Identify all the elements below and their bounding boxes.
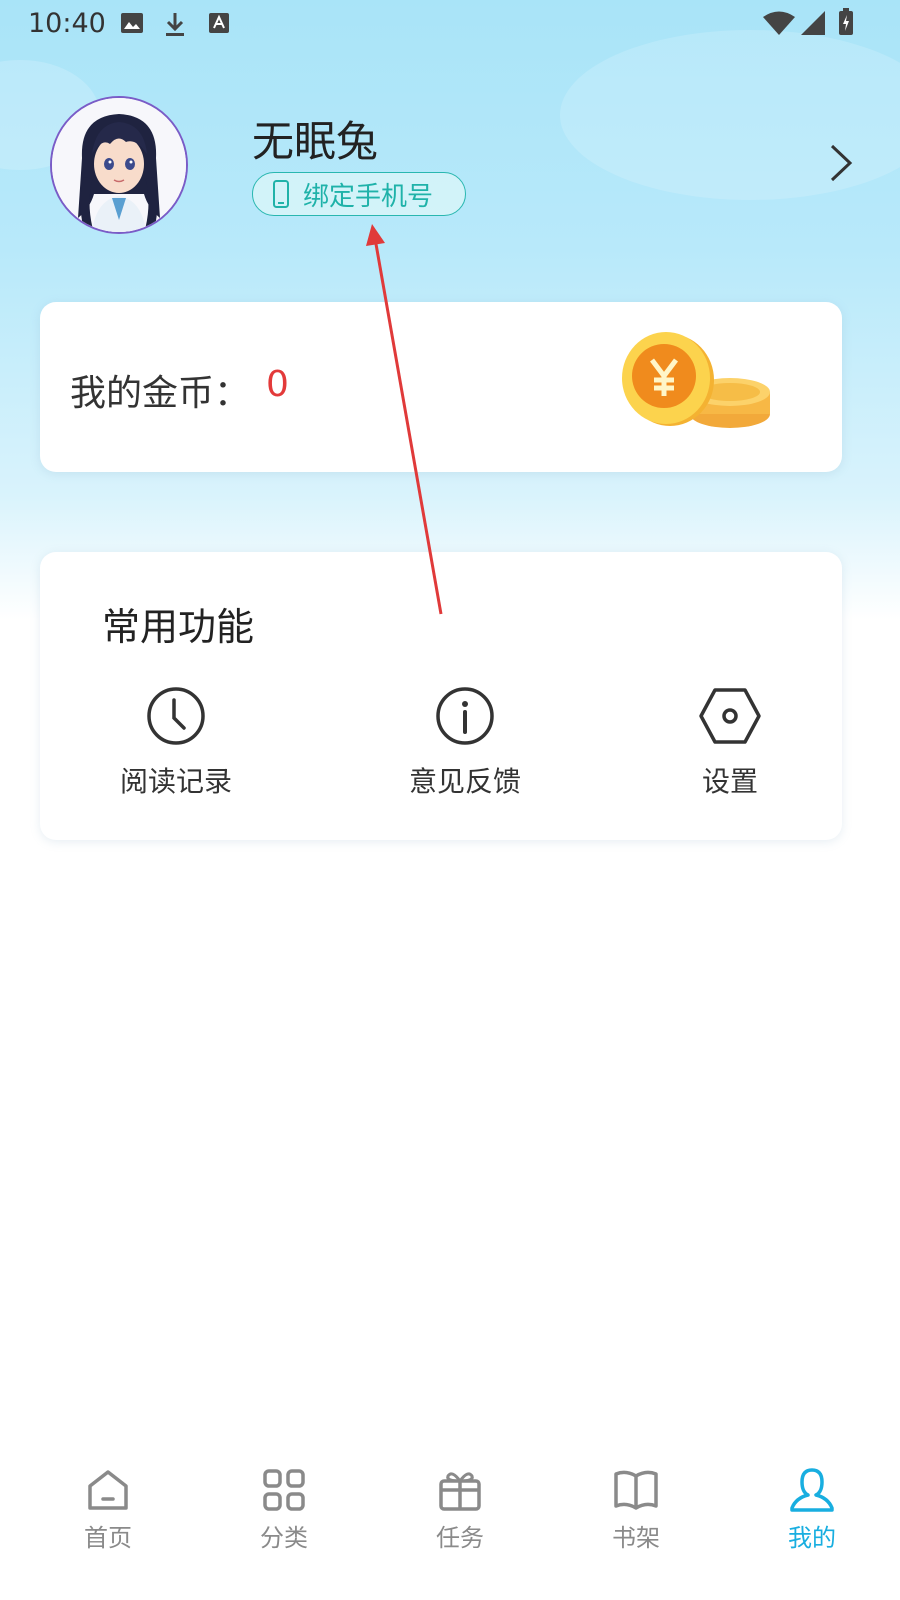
- settings-label: 设置: [701, 765, 758, 798]
- settings-hexagon-icon: [699, 688, 761, 744]
- nav-mine-label: 我的: [788, 1524, 836, 1552]
- coins-value: 0: [266, 364, 289, 405]
- nav-category[interactable]: 分类: [224, 1466, 344, 1586]
- anime-girl-avatar: [52, 98, 186, 232]
- nav-home[interactable]: 首页: [48, 1466, 168, 1586]
- gift-icon: [439, 1472, 481, 1511]
- font-icon: [209, 13, 229, 33]
- bottom-navigation: 首页 分类 任务 书架 我的: [0, 1440, 900, 1600]
- battery-icon: [839, 8, 853, 35]
- nav-category-label: 分类: [260, 1524, 308, 1552]
- info-icon: [436, 687, 494, 745]
- coins-card[interactable]: 我的金币： 0: [40, 302, 842, 472]
- feedback-label: 意见反馈: [408, 765, 521, 798]
- status-time: 10:40: [28, 8, 106, 39]
- phone-icon: [273, 180, 289, 208]
- nav-tasks[interactable]: 任务: [400, 1466, 520, 1586]
- nav-tasks-label: 任务: [436, 1524, 484, 1552]
- bind-phone-button[interactable]: 绑定手机号: [252, 172, 466, 216]
- settings-button[interactable]: 设置: [640, 686, 820, 806]
- category-grid-icon: [263, 1469, 305, 1511]
- feedback-button[interactable]: 意见反馈: [375, 686, 555, 806]
- coins-label: 我的金币：: [70, 373, 251, 414]
- section-title: 常用功能: [102, 605, 255, 649]
- nav-home-label: 首页: [84, 1524, 132, 1552]
- reading-history-label: 阅读记录: [119, 765, 232, 798]
- nav-bookshelf-label: 书架: [612, 1524, 660, 1552]
- username: 无眠兔: [252, 117, 379, 166]
- avatar[interactable]: [50, 96, 188, 234]
- user-icon: [790, 1468, 834, 1512]
- nav-mine[interactable]: 我的: [752, 1466, 872, 1586]
- signal-icon: [801, 11, 825, 35]
- nav-bookshelf[interactable]: 书架: [576, 1466, 696, 1586]
- image-icon: [121, 13, 143, 33]
- clock-icon: [147, 687, 205, 745]
- status-bar: 10:40: [0, 0, 900, 50]
- wifi-icon: [763, 11, 795, 35]
- chevron-right-icon[interactable]: [826, 142, 854, 184]
- download-icon: [166, 13, 184, 36]
- common-functions-card: 常用功能 阅读记录 意见反馈 设置: [40, 552, 842, 840]
- bind-phone-label: 绑定手机号: [303, 181, 434, 212]
- reading-history-button[interactable]: 阅读记录: [86, 686, 266, 806]
- home-icon: [88, 1470, 128, 1510]
- gold-coins-icon: [622, 332, 770, 428]
- book-icon: [614, 1470, 658, 1510]
